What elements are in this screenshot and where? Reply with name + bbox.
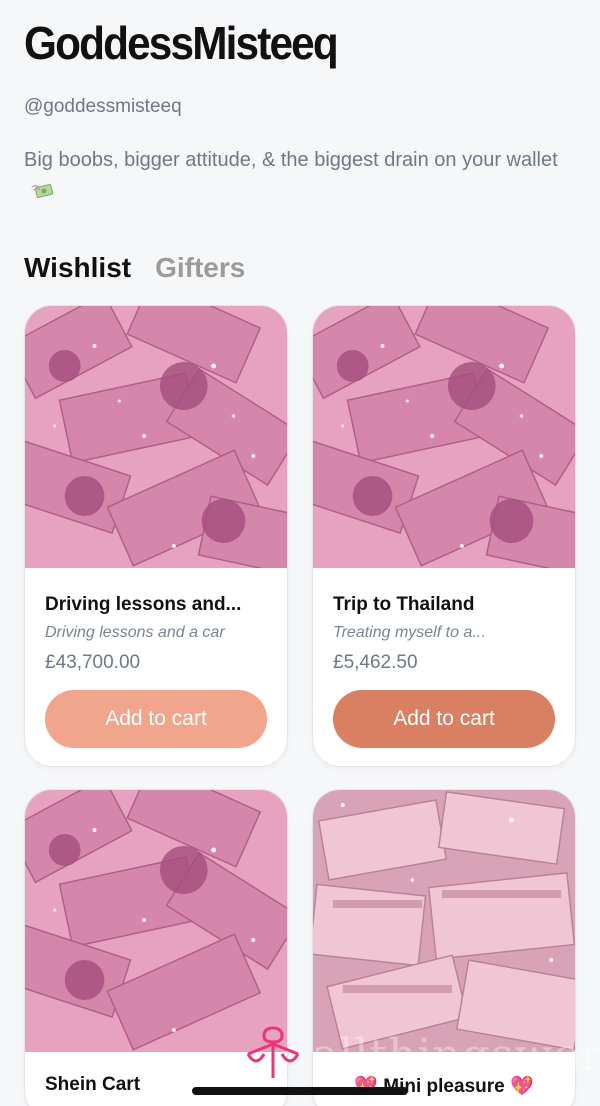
item-details: Trip to Thailand Treating myself to a...… (313, 568, 575, 766)
item-price: £5,462.50 (333, 652, 418, 673)
money-with-wings-icon (31, 184, 54, 198)
profile-tabs: Wishlist Gifters (24, 252, 576, 284)
profile-handle[interactable]: @goddessmisteeq (24, 96, 576, 118)
profile-bio-text: Big boobs, bigger attitude, & the bigges… (24, 149, 558, 171)
tab-gifters[interactable]: Gifters (155, 252, 245, 284)
wishlist-page: GoddessMisteeq @goddessmisteeq Big boobs… (0, 0, 600, 1106)
pink-money-glitter-image (25, 790, 287, 1052)
profile-header: GoddessMisteeq @goddessmisteeq Big boobs… (0, 0, 600, 284)
item-details: Driving lessons and... Driving lessons a… (25, 568, 287, 766)
item-subtitle: Driving lessons and a car (45, 624, 225, 641)
home-indicator[interactable] (192, 1087, 408, 1095)
profile-name: GoddessMisteeq (24, 17, 339, 69)
pink-money-glitter-image (25, 306, 287, 568)
item-title: Driving lessons and... (45, 594, 242, 615)
item-subtitle: Treating myself to a... (333, 624, 486, 641)
allthingsworn-logo-icon (246, 1026, 300, 1078)
item-price: £43,700.00 (45, 652, 141, 673)
watermark-text: allthingsworn (312, 1030, 600, 1081)
pink-money-stacks-image (313, 790, 575, 1052)
pink-money-glitter-image (313, 306, 575, 568)
item-title: Trip to Thailand (333, 594, 475, 615)
wishlist-item-card[interactable]: Driving lessons and... Driving lessons a… (24, 305, 288, 767)
add-to-cart-button[interactable]: Add to cart (45, 690, 267, 748)
tab-wishlist[interactable]: Wishlist (24, 252, 131, 284)
profile-bio: Big boobs, bigger attitude, & the bigges… (24, 144, 564, 208)
add-to-cart-button[interactable]: Add to cart (333, 690, 555, 748)
wishlist-item-card[interactable]: Trip to Thailand Treating myself to a...… (312, 305, 576, 767)
